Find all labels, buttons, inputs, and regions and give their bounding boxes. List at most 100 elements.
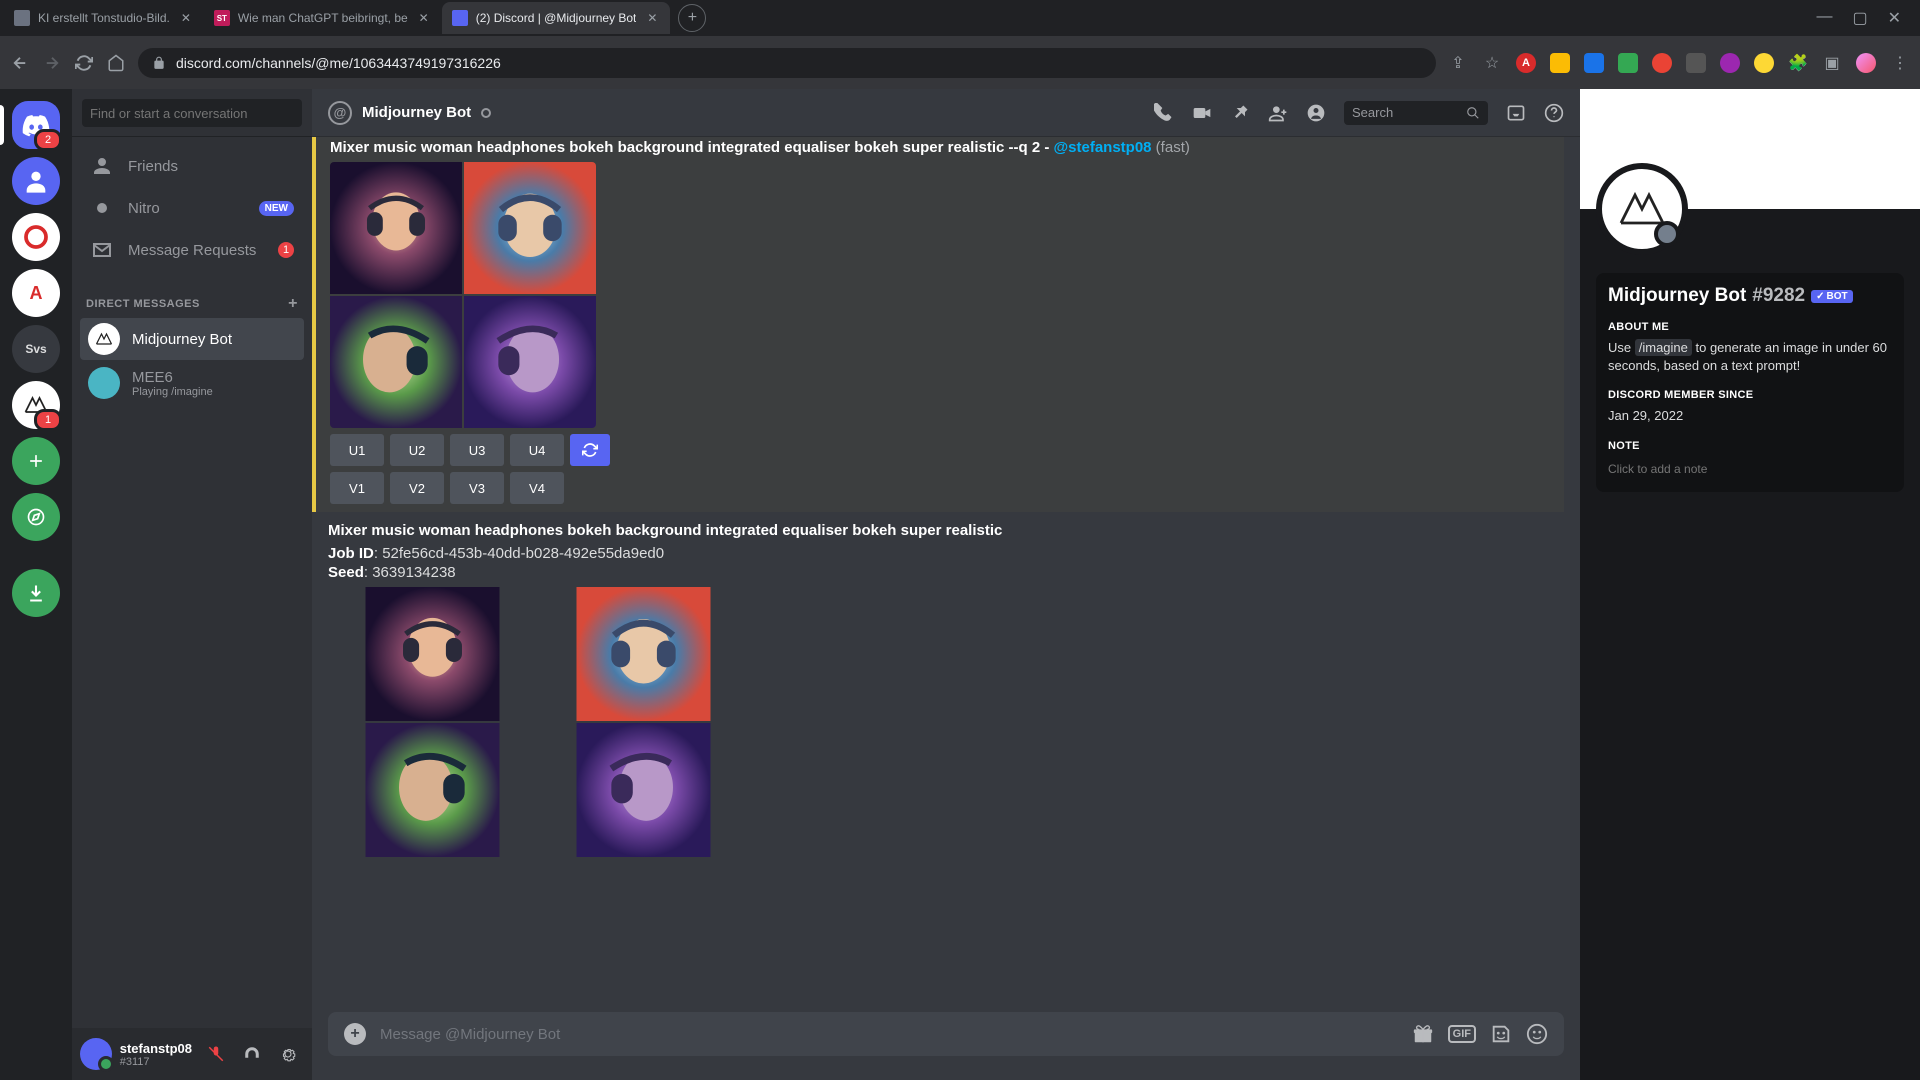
server-icon[interactable]: [12, 157, 60, 205]
server-list: 2 A Svs 1: [0, 89, 72, 1080]
upscale-button[interactable]: U3: [450, 434, 504, 466]
note-input[interactable]: [1608, 458, 1892, 480]
close-icon[interactable]: ✕: [416, 10, 432, 26]
profile-panel: Midjourney Bot#9282 ✓ BOT ABOUT ME Use /…: [1580, 89, 1920, 1080]
dm-header: DIRECT MESSAGES +: [72, 279, 312, 317]
voice-call-button[interactable]: [1154, 103, 1174, 123]
sidepanel-icon[interactable]: ▣: [1822, 53, 1842, 73]
extension-icon[interactable]: [1584, 53, 1604, 73]
favicon: ST: [214, 10, 230, 26]
extension-icon[interactable]: A: [1516, 53, 1536, 73]
favicon: [14, 10, 30, 26]
dm-name: MEE6: [132, 369, 213, 386]
create-dm-button[interactable]: +: [288, 295, 298, 313]
home-button[interactable]: [106, 53, 126, 73]
pinned-messages-button[interactable]: [1230, 103, 1250, 123]
help-button[interactable]: [1544, 103, 1564, 123]
badge: 1: [34, 409, 62, 431]
user-profile-button[interactable]: [1306, 103, 1326, 123]
mute-button[interactable]: [200, 1038, 232, 1070]
server-icon[interactable]: A: [12, 269, 60, 317]
add-server-button[interactable]: [12, 437, 60, 485]
explore-servers-button[interactable]: [12, 493, 60, 541]
back-button[interactable]: [10, 53, 30, 73]
friends-nav[interactable]: Friends: [80, 145, 304, 187]
nitro-nav[interactable]: Nitro NEW: [80, 187, 304, 229]
messages-scroll[interactable]: Mixer music woman headphones bokeh backg…: [312, 137, 1580, 1012]
user-name: stefanstp08: [120, 1041, 192, 1056]
deafen-button[interactable]: [236, 1038, 268, 1070]
user-mention[interactable]: @stefanstp08: [1054, 139, 1152, 156]
inbox-button[interactable]: [1506, 103, 1526, 123]
browser-tab[interactable]: KI erstellt Tonstudio-Bild. ✕: [4, 2, 204, 34]
emoji-button[interactable]: [1526, 1023, 1548, 1045]
chat-input[interactable]: + Message @Midjourney Bot GIF: [328, 1012, 1564, 1056]
user-tag: #3117: [120, 1056, 192, 1068]
member-since-date: Jan 29, 2022: [1608, 407, 1892, 425]
upscale-button[interactable]: U1: [330, 434, 384, 466]
discord-home-button[interactable]: 2: [12, 101, 60, 149]
profile-avatar[interactable]: [1596, 163, 1688, 255]
gift-button[interactable]: [1412, 1023, 1434, 1045]
server-icon[interactable]: Svs: [12, 325, 60, 373]
dm-item-midjourney[interactable]: Midjourney Bot: [80, 318, 304, 360]
extension-icon[interactable]: [1686, 53, 1706, 73]
profile-banner: [1580, 89, 1920, 209]
attach-button[interactable]: +: [344, 1023, 366, 1045]
profile-avatar-icon[interactable]: [1856, 53, 1876, 73]
generated-image-grid[interactable]: [328, 587, 748, 857]
menu-icon[interactable]: ⋮: [1890, 53, 1910, 73]
profile-name: Midjourney Bot#9282 ✓ BOT: [1608, 285, 1892, 307]
generated-image-grid[interactable]: [330, 162, 596, 428]
upscale-button[interactable]: U2: [390, 434, 444, 466]
browser-tab-active[interactable]: (2) Discord | @Midjourney Bot ✕: [442, 2, 671, 34]
reload-button[interactable]: [74, 53, 94, 73]
friends-icon: [90, 154, 114, 178]
extension-icon[interactable]: [1618, 53, 1638, 73]
badge: 1: [278, 242, 294, 258]
channel-sidebar: Friends Nitro NEW Message Requests 1 DIR…: [72, 89, 312, 1080]
video-call-button[interactable]: [1192, 103, 1212, 123]
add-friends-button[interactable]: [1268, 103, 1288, 123]
variation-button[interactable]: V1: [330, 472, 384, 504]
new-tab-button[interactable]: +: [678, 4, 706, 32]
dm-item-mee6[interactable]: MEE6 Playing /imagine: [80, 362, 304, 404]
close-icon[interactable]: ✕: [644, 10, 660, 26]
extension-icon[interactable]: [1550, 53, 1570, 73]
sticker-button[interactable]: [1490, 1023, 1512, 1045]
server-icon[interactable]: [12, 213, 60, 261]
extension-icon[interactable]: [1754, 53, 1774, 73]
variation-button[interactable]: V3: [450, 472, 504, 504]
close-icon[interactable]: ✕: [178, 10, 194, 26]
message-input[interactable]: Message @Midjourney Bot: [380, 1026, 1398, 1043]
share-icon[interactable]: ⇪: [1448, 53, 1468, 73]
message-requests-nav[interactable]: Message Requests 1: [80, 229, 304, 271]
extension-icons: ⇪ ☆ A 🧩 ▣ ⋮: [1448, 53, 1910, 73]
close-window-icon[interactable]: ✕: [1888, 8, 1901, 28]
extension-icon[interactable]: [1720, 53, 1740, 73]
envelope-icon: [90, 238, 114, 262]
browser-tab[interactable]: ST Wie man ChatGPT beibringt, be ✕: [204, 2, 442, 34]
extension-icon[interactable]: [1652, 53, 1672, 73]
avatar: [88, 323, 120, 355]
variation-button[interactable]: V4: [510, 472, 564, 504]
extensions-icon[interactable]: 🧩: [1788, 53, 1808, 73]
message-block: Mixer music woman headphones bokeh backg…: [328, 520, 1564, 865]
server-icon[interactable]: 1: [12, 381, 60, 429]
variation-button[interactable]: V2: [390, 472, 444, 504]
download-apps-button[interactable]: [12, 569, 60, 617]
forward-button[interactable]: [42, 53, 62, 73]
gif-button[interactable]: GIF: [1448, 1025, 1476, 1043]
search-input[interactable]: Search: [1344, 101, 1488, 125]
reroll-button[interactable]: [570, 434, 610, 466]
upscale-button[interactable]: U4: [510, 434, 564, 466]
maximize-icon[interactable]: ▢: [1852, 8, 1867, 28]
dm-header-label: DIRECT MESSAGES: [86, 298, 200, 310]
star-icon[interactable]: ☆: [1482, 53, 1502, 73]
user-avatar[interactable]: [80, 1038, 112, 1070]
find-conversation-input[interactable]: [82, 99, 302, 127]
url-bar[interactable]: discord.com/channels/@me/106344374919731…: [138, 48, 1436, 78]
settings-button[interactable]: [272, 1038, 304, 1070]
minimize-icon[interactable]: —: [1816, 8, 1832, 28]
profile-card: Midjourney Bot#9282 ✓ BOT ABOUT ME Use /…: [1596, 273, 1904, 492]
